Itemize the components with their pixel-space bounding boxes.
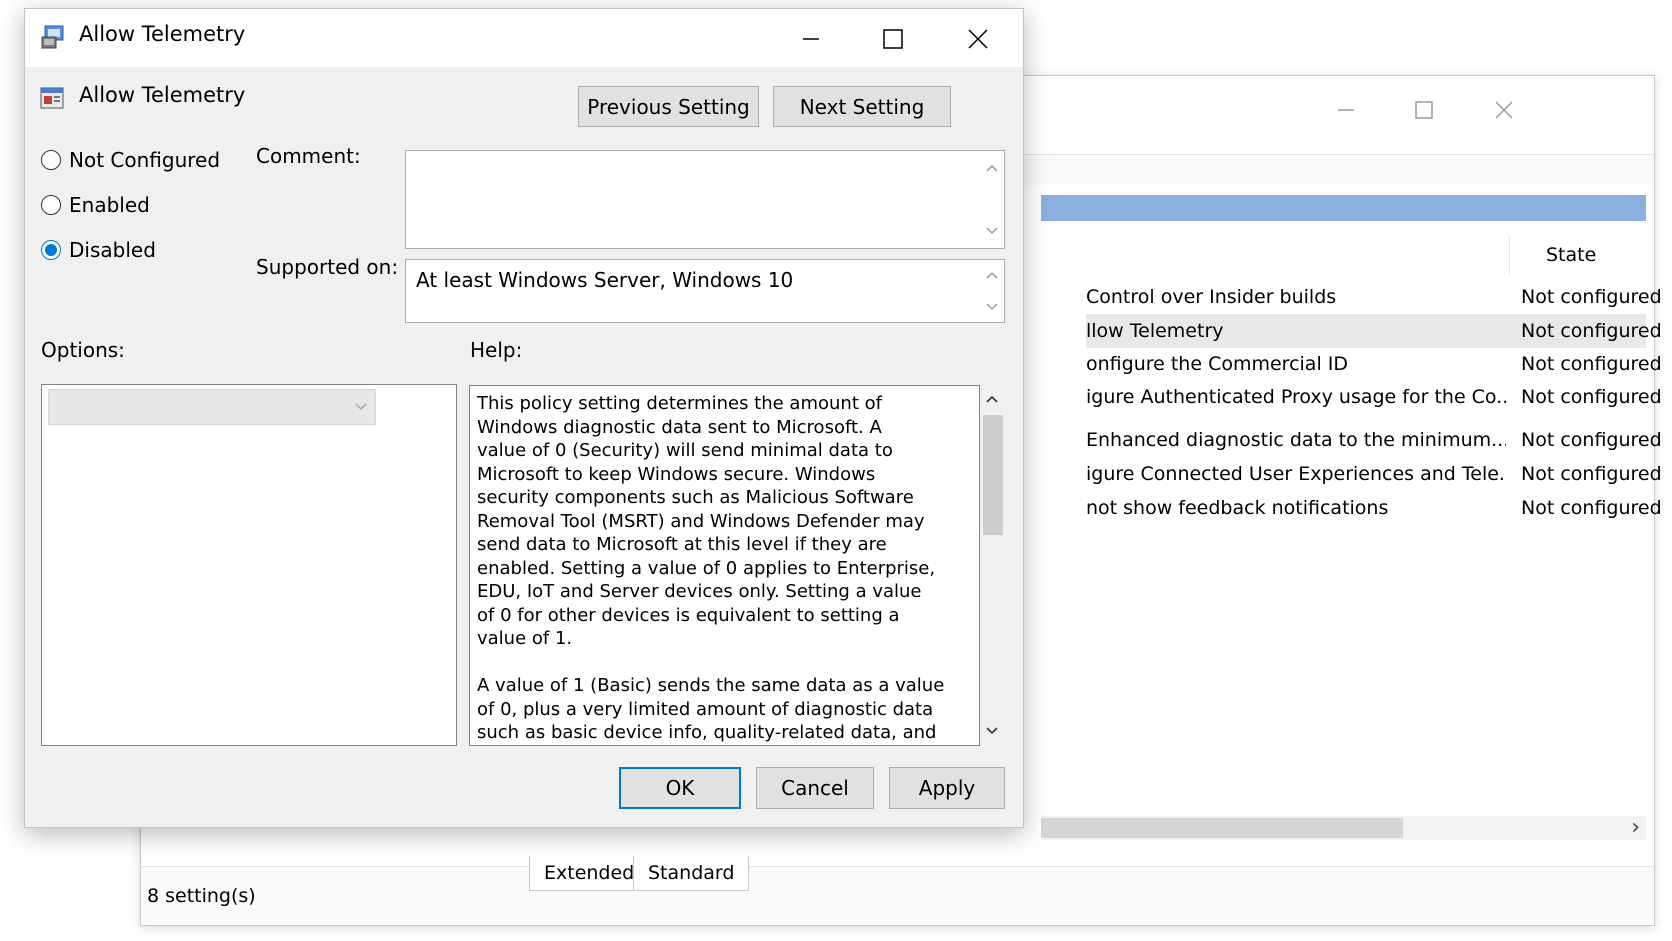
scroll-down-icon[interactable]: [980, 295, 1004, 319]
radio-not-configured[interactable]: Not Configured: [41, 145, 220, 175]
bg-minimize-icon[interactable]: [1326, 90, 1366, 130]
supported-scrollbar[interactable]: [980, 260, 1004, 322]
setting-name: igure Connected User Experiences and Tel…: [1086, 463, 1506, 485]
chevron-right-icon[interactable]: ›: [1631, 816, 1640, 840]
help-label: Help:: [470, 338, 523, 362]
horizontal-scrollbar[interactable]: ›: [1041, 816, 1646, 840]
help-panel: This policy setting determines the amoun…: [469, 385, 980, 746]
column-header-state[interactable]: State: [1546, 236, 1596, 274]
title-bar[interactable]: Allow Telemetry: [25, 9, 1023, 67]
settings-list: State Control over Insider builds Not co…: [1086, 236, 1662, 706]
comment-field[interactable]: [405, 150, 1005, 249]
options-dropdown[interactable]: [48, 389, 376, 425]
radio-label: Not Configured: [69, 148, 221, 172]
comment-label: Comment:: [256, 144, 361, 168]
radio-enabled[interactable]: Enabled: [41, 190, 150, 220]
settings-count: 8 setting(s): [147, 885, 256, 907]
setting-state: Not configured: [1521, 320, 1662, 342]
radio-label: Enabled: [69, 193, 150, 217]
table-row[interactable]: llow Telemetry Not configured: [1086, 314, 1662, 348]
setting-name: onfigure the Commercial ID: [1086, 353, 1348, 375]
table-row[interactable]: igure Authenticated Proxy usage for the …: [1086, 380, 1662, 414]
allow-telemetry-dialog: Allow Telemetry Allow Telemetry Previous…: [24, 8, 1024, 828]
minimize-icon[interactable]: [789, 17, 833, 61]
scroll-up-icon[interactable]: [980, 387, 1004, 411]
next-setting-button[interactable]: Next Setting: [773, 86, 951, 127]
cancel-button[interactable]: Cancel: [756, 767, 874, 809]
previous-setting-button[interactable]: Previous Setting: [578, 86, 759, 127]
scroll-up-icon[interactable]: [980, 156, 1004, 180]
supported-on-field[interactable]: At least Windows Server, Windows 10: [405, 259, 1005, 323]
bg-close-icon[interactable]: [1484, 90, 1524, 130]
setting-state: Not configured: [1521, 429, 1662, 451]
setting-name: Enhanced diagnostic data to the minimum.…: [1086, 429, 1506, 451]
window-title: Allow Telemetry: [79, 22, 246, 46]
table-row[interactable]: igure Connected User Experiences and Tel…: [1086, 457, 1662, 491]
policy-setting-icon: [40, 87, 64, 109]
close-icon[interactable]: [956, 17, 1000, 61]
setting-state: Not configured: [1521, 353, 1662, 375]
comment-scrollbar[interactable]: [980, 151, 1004, 248]
scroll-down-icon[interactable]: [980, 219, 1004, 243]
setting-state: Not configured: [1521, 386, 1662, 408]
setting-state: Not configured: [1521, 463, 1662, 485]
supported-on-value: At least Windows Server, Windows 10: [416, 268, 794, 292]
status-bar: 8 setting(s): [141, 866, 1654, 925]
help-scrollbar[interactable]: [980, 385, 1006, 745]
horizontal-scroll-thumb[interactable]: [1041, 818, 1403, 838]
options-label: Options:: [41, 338, 125, 362]
setting-title: Allow Telemetry: [79, 83, 246, 107]
maximize-icon[interactable]: [871, 17, 915, 61]
setting-name: igure Authenticated Proxy usage for the …: [1086, 386, 1506, 408]
radio-button[interactable]: [41, 195, 61, 215]
table-row[interactable]: onfigure the Commercial ID Not configure…: [1086, 347, 1662, 381]
setting-name: llow Telemetry: [1086, 320, 1224, 342]
bg-selection-bar: [1041, 195, 1646, 221]
chevron-down-icon: [355, 403, 367, 411]
apply-button[interactable]: Apply: [889, 767, 1005, 809]
help-text: This policy setting determines the amoun…: [477, 393, 945, 743]
supported-on-label: Supported on:: [256, 255, 399, 279]
options-panel: [41, 384, 457, 746]
tab-extended[interactable]: Extended: [529, 856, 650, 891]
scroll-up-icon[interactable]: [980, 263, 1004, 287]
table-row[interactable]: Enhanced diagnostic data to the minimum.…: [1086, 423, 1662, 457]
ok-button[interactable]: OK: [619, 767, 741, 809]
column-separator[interactable]: [1509, 236, 1510, 274]
policy-app-icon: [41, 25, 64, 49]
bg-maximize-icon[interactable]: [1404, 90, 1444, 130]
setting-name: Control over Insider builds: [1086, 286, 1337, 308]
radio-button[interactable]: [41, 240, 61, 260]
scroll-down-icon[interactable]: [980, 719, 1004, 743]
radio-button[interactable]: [41, 150, 61, 170]
setting-state: Not configured: [1521, 497, 1662, 519]
radio-disabled[interactable]: Disabled: [41, 235, 156, 265]
tab-standard[interactable]: Standard: [633, 856, 750, 891]
setting-name: not show feedback notifications: [1086, 497, 1389, 519]
help-scroll-thumb[interactable]: [983, 415, 1003, 535]
radio-label: Disabled: [69, 238, 156, 262]
table-row[interactable]: Control over Insider builds Not configur…: [1086, 280, 1662, 314]
setting-state: Not configured: [1521, 286, 1662, 308]
table-row[interactable]: not show feedback notifications Not conf…: [1086, 491, 1662, 525]
